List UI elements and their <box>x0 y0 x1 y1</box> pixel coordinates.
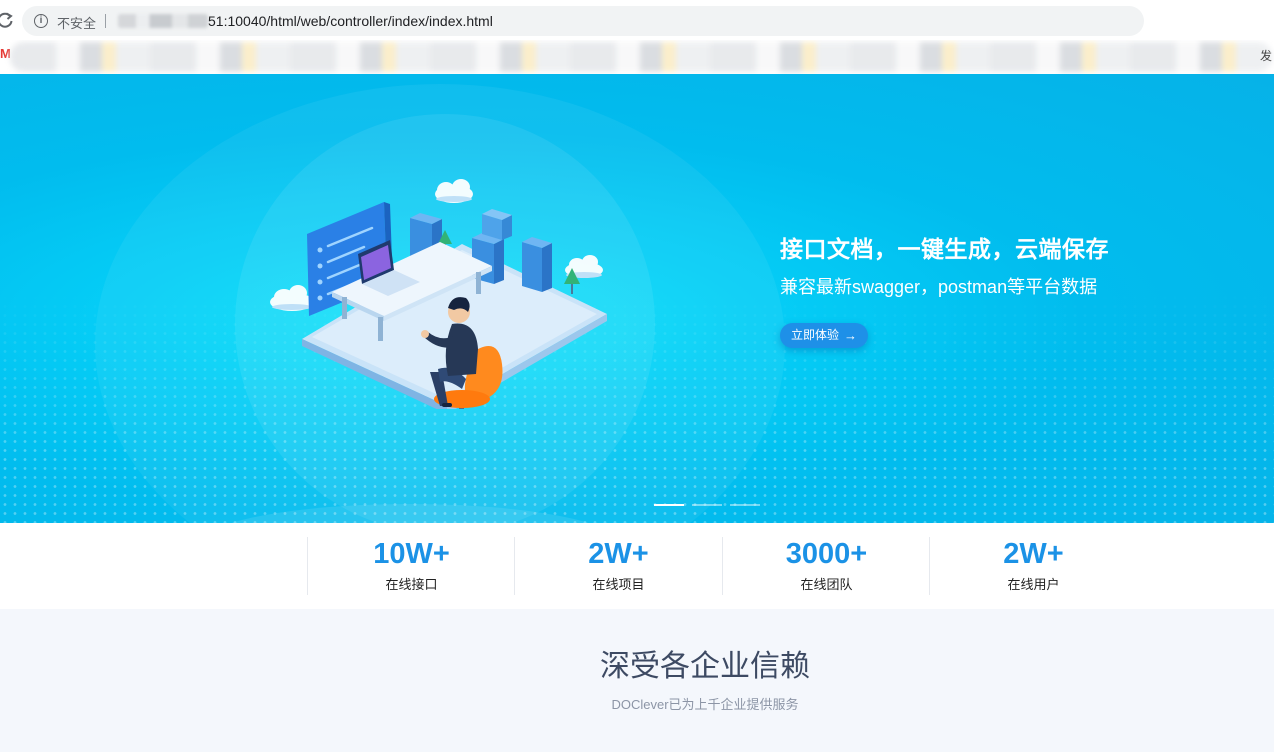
hero-banner: 接口文档，一键生成，云端保存 兼容最新swagger，postman等平台数据 … <box>0 74 1274 523</box>
url-text[interactable]: 51:10040/html/web/controller/index/index… <box>208 13 493 29</box>
stat-item-interfaces: 10W+ 在线接口 <box>307 537 515 595</box>
stat-number: 3000+ <box>785 538 868 570</box>
decor-dot-bars <box>0 293 1274 523</box>
arrow-right-icon: → <box>844 328 857 343</box>
stat-label: 在线用户 <box>1007 577 1060 592</box>
section-title: 深受各企业信赖 <box>600 650 810 683</box>
developer-desk-illustration <box>270 179 607 409</box>
redacted-bookmarks <box>10 42 1272 72</box>
stat-number: 2W+ <box>588 538 649 570</box>
stat-label: 在线接口 <box>385 577 438 592</box>
divider <box>105 14 106 28</box>
try-now-label: 立即体验 <box>791 328 840 342</box>
browser-address-bar: i 不安全 51:10040/html/web/controller/index… <box>0 0 1274 40</box>
stats-bar: 10W+ 在线接口 2W+ 在线项目 3000+ 在线团队 2W+ 在线用户 <box>0 523 1274 609</box>
stat-number: 2W+ <box>1003 538 1064 570</box>
section-subtitle: DOClever已为上千企业提供服务 <box>611 697 799 712</box>
stat-item-projects: 2W+ 在线项目 <box>514 537 722 595</box>
carousel-dot-2[interactable] <box>692 504 722 506</box>
stat-label: 在线团队 <box>800 577 853 592</box>
reload-icon[interactable] <box>0 11 14 29</box>
stat-label: 在线项目 <box>592 577 645 592</box>
carousel-dot-3[interactable] <box>730 504 760 506</box>
bookmark-item[interactable]: 发 <box>1260 47 1272 64</box>
carousel-dot-1[interactable] <box>654 504 684 506</box>
stat-number: 10W+ <box>373 538 450 570</box>
redacted-host <box>118 14 208 28</box>
try-now-button[interactable]: 立即体验 → <box>780 323 868 348</box>
stat-item-users: 2W+ 在线用户 <box>929 537 1137 595</box>
bookmarks-bar: M 发 <box>0 40 1274 74</box>
stat-item-teams: 3000+ 在线团队 <box>722 537 930 595</box>
security-status[interactable]: 不安全 <box>57 13 96 32</box>
omnibox[interactable]: i 不安全 51:10040/html/web/controller/index… <box>22 6 1144 36</box>
trust-section: 深受各企业信赖 DOClever已为上千企业提供服务 <box>0 609 1274 752</box>
hero-title: 接口文档，一键生成，云端保存 <box>780 236 1109 262</box>
carousel-indicators <box>654 504 764 507</box>
info-icon[interactable]: i <box>34 14 48 28</box>
hero-subtitle: 兼容最新swagger，postman等平台数据 <box>780 277 1098 297</box>
